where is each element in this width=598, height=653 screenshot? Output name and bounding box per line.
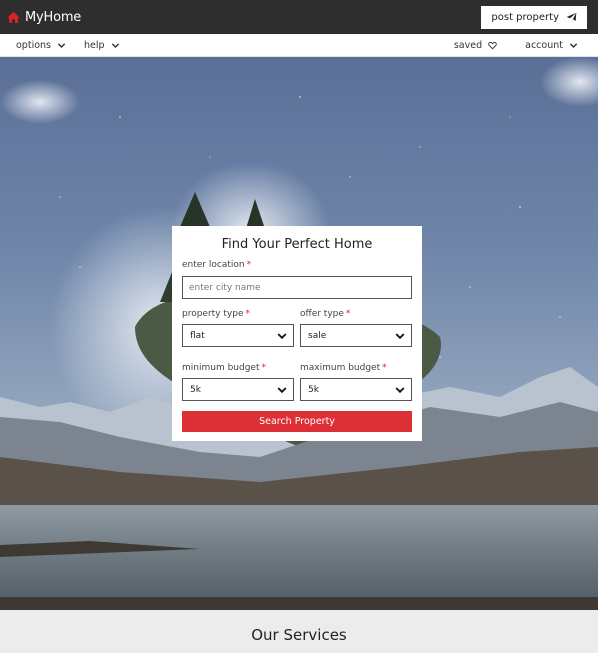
required-mark: * (246, 260, 252, 270)
post-property-label: post property (491, 11, 559, 23)
offer-type-label: offer type * (300, 308, 412, 320)
required-mark: * (261, 363, 266, 373)
chevron-down-icon (57, 41, 66, 50)
home-icon (7, 11, 20, 24)
required-mark: * (345, 309, 351, 319)
max-budget-label-text: maximum budget (300, 363, 381, 373)
top-header: MyHome post property (0, 0, 598, 34)
chevron-down-icon (395, 331, 405, 341)
chevron-down-icon (111, 41, 120, 50)
location-input[interactable] (182, 276, 412, 299)
required-mark: * (382, 363, 387, 373)
search-property-button[interactable]: Search Property (182, 411, 412, 432)
brand-logo[interactable]: MyHome (7, 10, 81, 25)
max-budget-group: maximum budget * 5k (300, 362, 412, 401)
chevron-down-icon (277, 331, 287, 341)
nav-saved-label: saved (453, 39, 483, 51)
property-type-group: property type * flat (182, 308, 294, 347)
heart-icon (488, 41, 497, 50)
offer-type-label-text: offer type (300, 309, 344, 319)
nav-account[interactable]: account (525, 40, 578, 51)
min-budget-select[interactable]: 5k (182, 378, 294, 401)
property-type-label-text: property type (182, 309, 244, 319)
offer-type-select[interactable]: sale (300, 324, 412, 347)
nav-help-label: help (84, 39, 105, 51)
nav-options-label: options (16, 39, 51, 51)
min-budget-value: 5k (190, 384, 201, 395)
type-row: property type * flat offer type * sale (182, 308, 412, 347)
offer-type-group: offer type * sale (300, 308, 412, 347)
brand-name: MyHome (25, 9, 82, 25)
property-type-label: property type * (182, 308, 294, 320)
required-mark: * (245, 309, 251, 319)
chevron-down-icon (395, 385, 405, 395)
services-title: Our Services (251, 626, 347, 644)
location-field-group: enter location * (182, 259, 412, 299)
location-label-text: enter location (182, 260, 245, 270)
nav-right: saved account (454, 40, 578, 51)
offer-type-value: sale (308, 330, 327, 341)
search-form: Find Your Perfect Home enter location* p… (172, 226, 422, 441)
max-budget-value: 5k (308, 384, 319, 395)
location-label: enter location * (182, 259, 412, 271)
min-budget-label-text: minimum budget (182, 363, 260, 373)
property-type-value: flat (190, 330, 205, 341)
nav-help[interactable]: help (84, 40, 120, 51)
nav-saved[interactable]: saved (454, 40, 497, 51)
paper-plane-icon (566, 12, 577, 23)
max-budget-select[interactable]: 5k (300, 378, 412, 401)
search-form-title: Find Your Perfect Home (221, 237, 373, 252)
min-budget-label: minimum budget * (182, 362, 294, 374)
property-type-select[interactable]: flat (182, 324, 294, 347)
hero-banner: Find Your Perfect Home enter location* p… (0, 57, 598, 610)
chevron-down-icon (277, 385, 287, 395)
chevron-down-icon (569, 41, 578, 50)
post-property-button[interactable]: post property (481, 5, 587, 29)
min-budget-group: minimum budget * 5k (182, 362, 294, 401)
nav-account-label: account (525, 39, 563, 51)
budget-row: minimum budget * 5k maximum budget * 5k (182, 362, 412, 401)
secondary-nav: options help saved account (0, 34, 598, 57)
services-section: Our Services (0, 610, 598, 653)
nav-left: options help (16, 40, 120, 51)
max-budget-label: maximum budget * (300, 362, 412, 374)
nav-options[interactable]: options (16, 40, 66, 51)
